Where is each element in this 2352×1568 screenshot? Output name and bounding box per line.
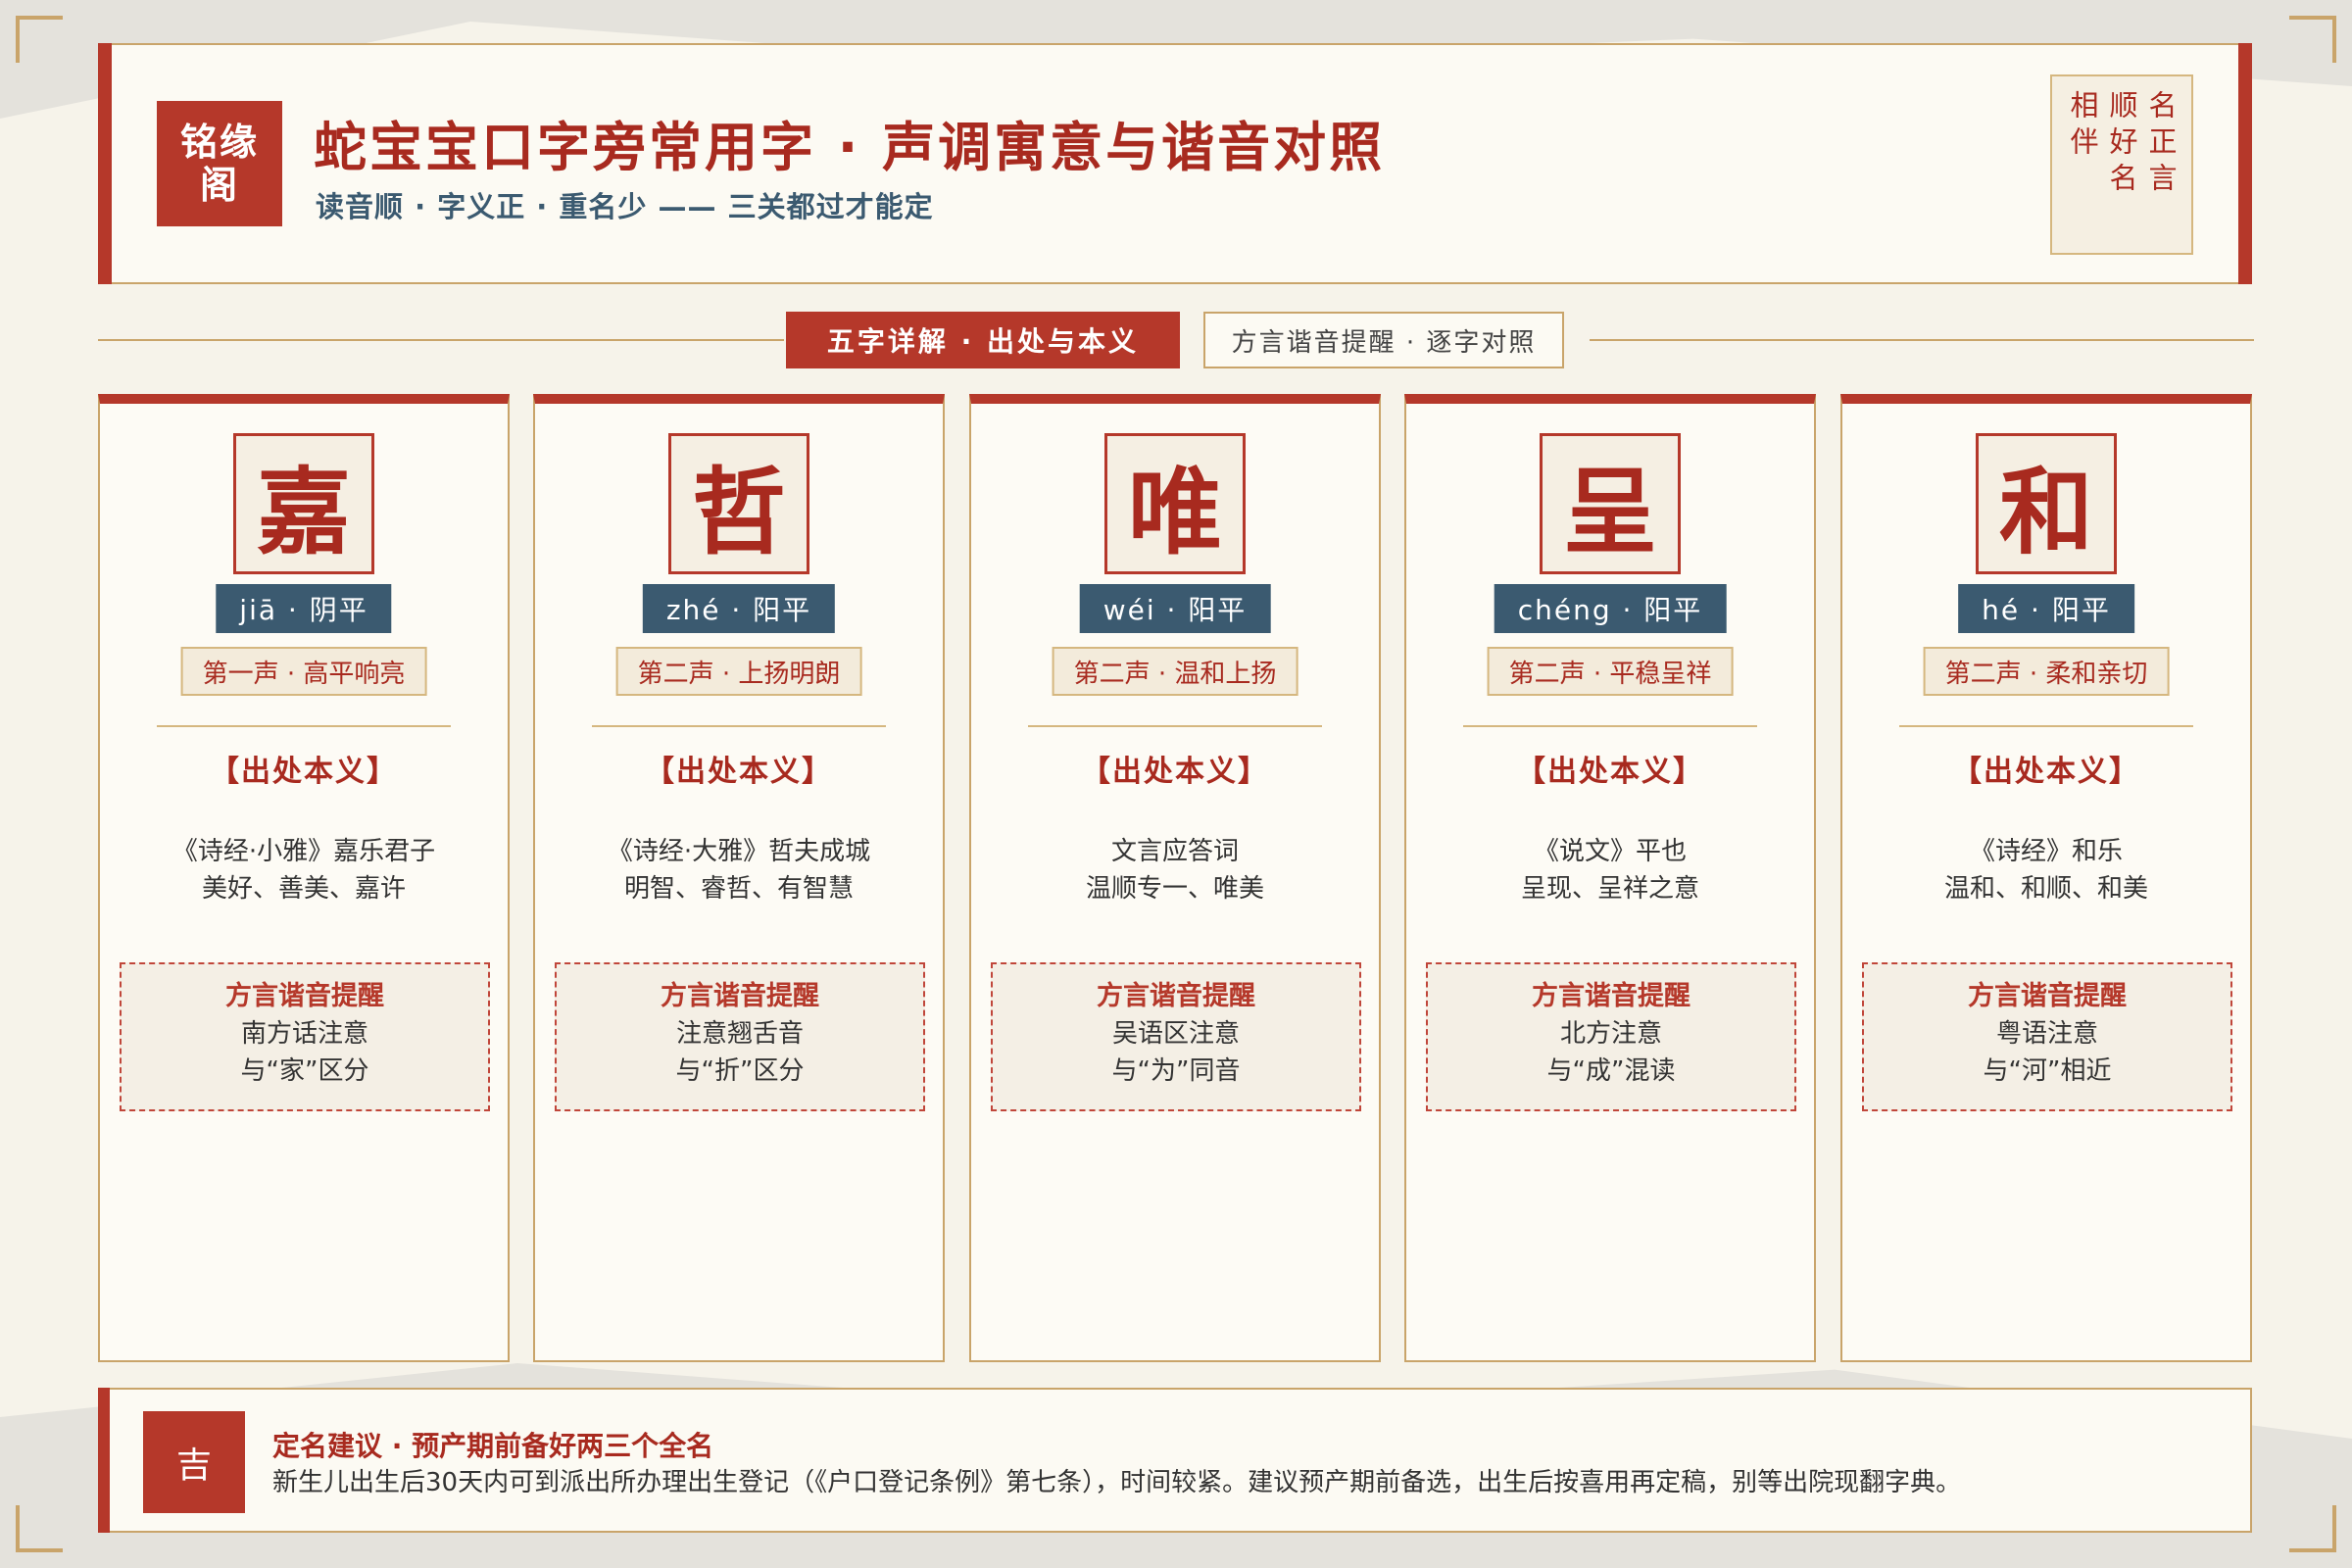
- origin-text: 《诗经·小雅》嘉乐君子 美好、善美、嘉许: [100, 833, 508, 907]
- brand-logo-line-1: 铭缘: [179, 121, 259, 164]
- origin-section-title: 【出处本义】: [1516, 755, 1704, 789]
- origin-text: 《诗经·大雅》哲夫成城 明智、睿哲、有智慧: [535, 833, 943, 907]
- card-divider: [1899, 725, 2193, 727]
- origin-text: 文言应答词 温顺专一、唯美: [971, 833, 1379, 907]
- origin-section-title: 【出处本义】: [645, 755, 833, 789]
- dialect-line-2: 与“为”同音: [1111, 1056, 1241, 1086]
- corner-ornament-bottom-left: [16, 1505, 63, 1552]
- corner-ornament-top-right: [2289, 16, 2336, 63]
- character-glyph: 呈: [1540, 433, 1681, 574]
- origin-line-1: 《诗经·大雅》哲夫成城: [607, 837, 871, 866]
- character-glyph: 哲: [668, 433, 809, 574]
- corner-ornament-top-left: [16, 16, 63, 63]
- dialect-line-1: 粤语注意: [1995, 1019, 2098, 1049]
- tone-tag: 第二声 · 上扬明朗: [615, 647, 862, 696]
- tab-divider-right: [1590, 339, 2254, 341]
- page-subtitle: 读音顺 · 字义正 · 重名少 —— 三关都过才能定: [316, 190, 934, 223]
- dialect-reminder-box: 方言谐音提醒 注意翘舌音 与“折”区分: [555, 962, 925, 1111]
- origin-text: 《说文》平也 呈现、呈祥之意: [1406, 833, 1814, 907]
- naming-advice-footer: 吉 定名建议 · 预产期前备好两三个全名 新生儿出生后30天内可到派出所办理出生…: [98, 1388, 2252, 1533]
- dialect-line-2: 与“家”区分: [240, 1056, 369, 1086]
- dialect-reminder-title: 方言谐音提醒: [1968, 981, 2127, 1011]
- tone-tag: 第一声 · 高平响亮: [180, 647, 427, 696]
- card-divider: [592, 725, 886, 727]
- header-panel: 铭缘 阁 蛇宝宝口字旁常用字 · 声调寓意与谐音对照 读音顺 · 字义正 · 重…: [98, 43, 2252, 284]
- seal-column-2: 顺好名: [2105, 90, 2138, 199]
- dialect-line-1: 北方注意: [1559, 1019, 1662, 1049]
- seal-column-3: 相伴: [2066, 90, 2099, 163]
- origin-line-2: 温顺专一、唯美: [1085, 874, 1264, 904]
- origin-section-title: 【出处本义】: [1081, 755, 1269, 789]
- origin-line-1: 文言应答词: [1110, 837, 1239, 866]
- pinyin-badge: wéi · 阳平: [1079, 584, 1271, 633]
- dialect-line-1: 南方话注意: [240, 1019, 368, 1049]
- character-card: 和 hé · 阳平 第二声 · 柔和亲切 【出处本义】 《诗经》和乐 温和、和顺…: [1840, 394, 2252, 1362]
- origin-line-1: 《说文》平也: [1533, 837, 1687, 866]
- origin-text: 《诗经》和乐 温和、和顺、和美: [1842, 833, 2250, 907]
- character-glyph: 唯: [1104, 433, 1246, 574]
- dialect-line-1: 吴语区注意: [1111, 1019, 1240, 1049]
- dialect-line-2: 与“成”混读: [1546, 1056, 1676, 1086]
- character-cards: 嘉 jiā · 阴平 第一声 · 高平响亮 【出处本义】 《诗经·小雅》嘉乐君子…: [98, 394, 2252, 1362]
- origin-section-title: 【出处本义】: [210, 755, 398, 789]
- dialect-line-2: 与“折”区分: [675, 1056, 805, 1086]
- character-card: 嘉 jiā · 阴平 第一声 · 高平响亮 【出处本义】 《诗经·小雅》嘉乐君子…: [98, 394, 510, 1362]
- tab-divider-left: [98, 339, 784, 341]
- origin-line-2: 美好、善美、嘉许: [201, 874, 406, 904]
- seal-column-1: 名正言: [2144, 90, 2178, 199]
- card-divider: [1028, 725, 1322, 727]
- dialect-reminder-box: 方言谐音提醒 吴语区注意 与“为”同音: [991, 962, 1361, 1111]
- dialect-reminder-title: 方言谐音提醒: [225, 981, 384, 1011]
- dialect-reminder-box: 方言谐音提醒 粤语注意 与“河”相近: [1862, 962, 2232, 1111]
- dialect-reminder-title: 方言谐音提醒: [1532, 981, 1690, 1011]
- auspicious-badge: 吉: [143, 1411, 245, 1513]
- character-card: 唯 wéi · 阳平 第二声 · 温和上扬 【出处本义】 文言应答词 温顺专一、…: [969, 394, 1381, 1362]
- origin-line-2: 温和、和顺、和美: [1943, 874, 2148, 904]
- origin-line-1: 《诗经》和乐: [1969, 837, 2123, 866]
- character-glyph: 和: [1976, 433, 2117, 574]
- character-glyph: 嘉: [233, 433, 374, 574]
- dialect-reminder-box: 方言谐音提醒 南方话注意 与“家”区分: [120, 962, 490, 1111]
- seal-stamp: 名正言 顺好名 相伴: [2050, 74, 2193, 255]
- brand-logo: 铭缘 阁: [157, 101, 282, 226]
- pinyin-badge: hé · 阳平: [1958, 584, 2134, 633]
- pinyin-badge: chéng · 阳平: [1494, 584, 1727, 633]
- dialect-line-2: 与“河”相近: [1983, 1056, 2112, 1086]
- dialect-reminder-title: 方言谐音提醒: [661, 981, 819, 1011]
- tone-tag: 第二声 · 平稳呈祥: [1487, 647, 1734, 696]
- dialect-line-1: 注意翘舌音: [675, 1019, 804, 1049]
- dialect-reminder-title: 方言谐音提醒: [1097, 981, 1255, 1011]
- corner-ornament-bottom-right: [2289, 1505, 2336, 1552]
- origin-line-2: 呈现、呈祥之意: [1520, 874, 1699, 904]
- character-card: 呈 chéng · 阳平 第二声 · 平稳呈祥 【出处本义】 《说文》平也 呈现…: [1404, 394, 1816, 1362]
- card-divider: [1463, 725, 1757, 727]
- tab-character-details[interactable]: 五字详解 · 出处与本义: [786, 312, 1180, 368]
- tone-tag: 第二声 · 柔和亲切: [1923, 647, 2170, 696]
- tone-tag: 第二声 · 温和上扬: [1052, 647, 1298, 696]
- card-divider: [157, 725, 451, 727]
- page-title: 蛇宝宝口字旁常用字 · 声调寓意与谐音对照: [314, 117, 1386, 178]
- character-card: 哲 zhé · 阳平 第二声 · 上扬明朗 【出处本义】 《诗经·大雅》哲夫成城…: [533, 394, 945, 1362]
- brand-logo-line-2: 阁: [199, 164, 239, 207]
- advice-text: 新生儿出生后30天内可到派出所办理出生登记（《户口登记条例》第七条），时间较紧。…: [272, 1468, 1962, 1497]
- pinyin-badge: zhé · 阳平: [642, 584, 836, 633]
- origin-line-1: 《诗经·小雅》嘉乐君子: [172, 837, 436, 866]
- dialect-reminder-box: 方言谐音提醒 北方注意 与“成”混读: [1426, 962, 1796, 1111]
- origin-section-title: 【出处本义】: [1952, 755, 2140, 789]
- origin-line-2: 明智、睿哲、有智慧: [623, 874, 854, 904]
- pinyin-badge: jiā · 阴平: [216, 584, 392, 633]
- tab-dialect-reminder[interactable]: 方言谐音提醒 · 逐字对照: [1203, 312, 1564, 368]
- advice-title: 定名建议 · 预产期前备好两三个全名: [272, 1430, 714, 1462]
